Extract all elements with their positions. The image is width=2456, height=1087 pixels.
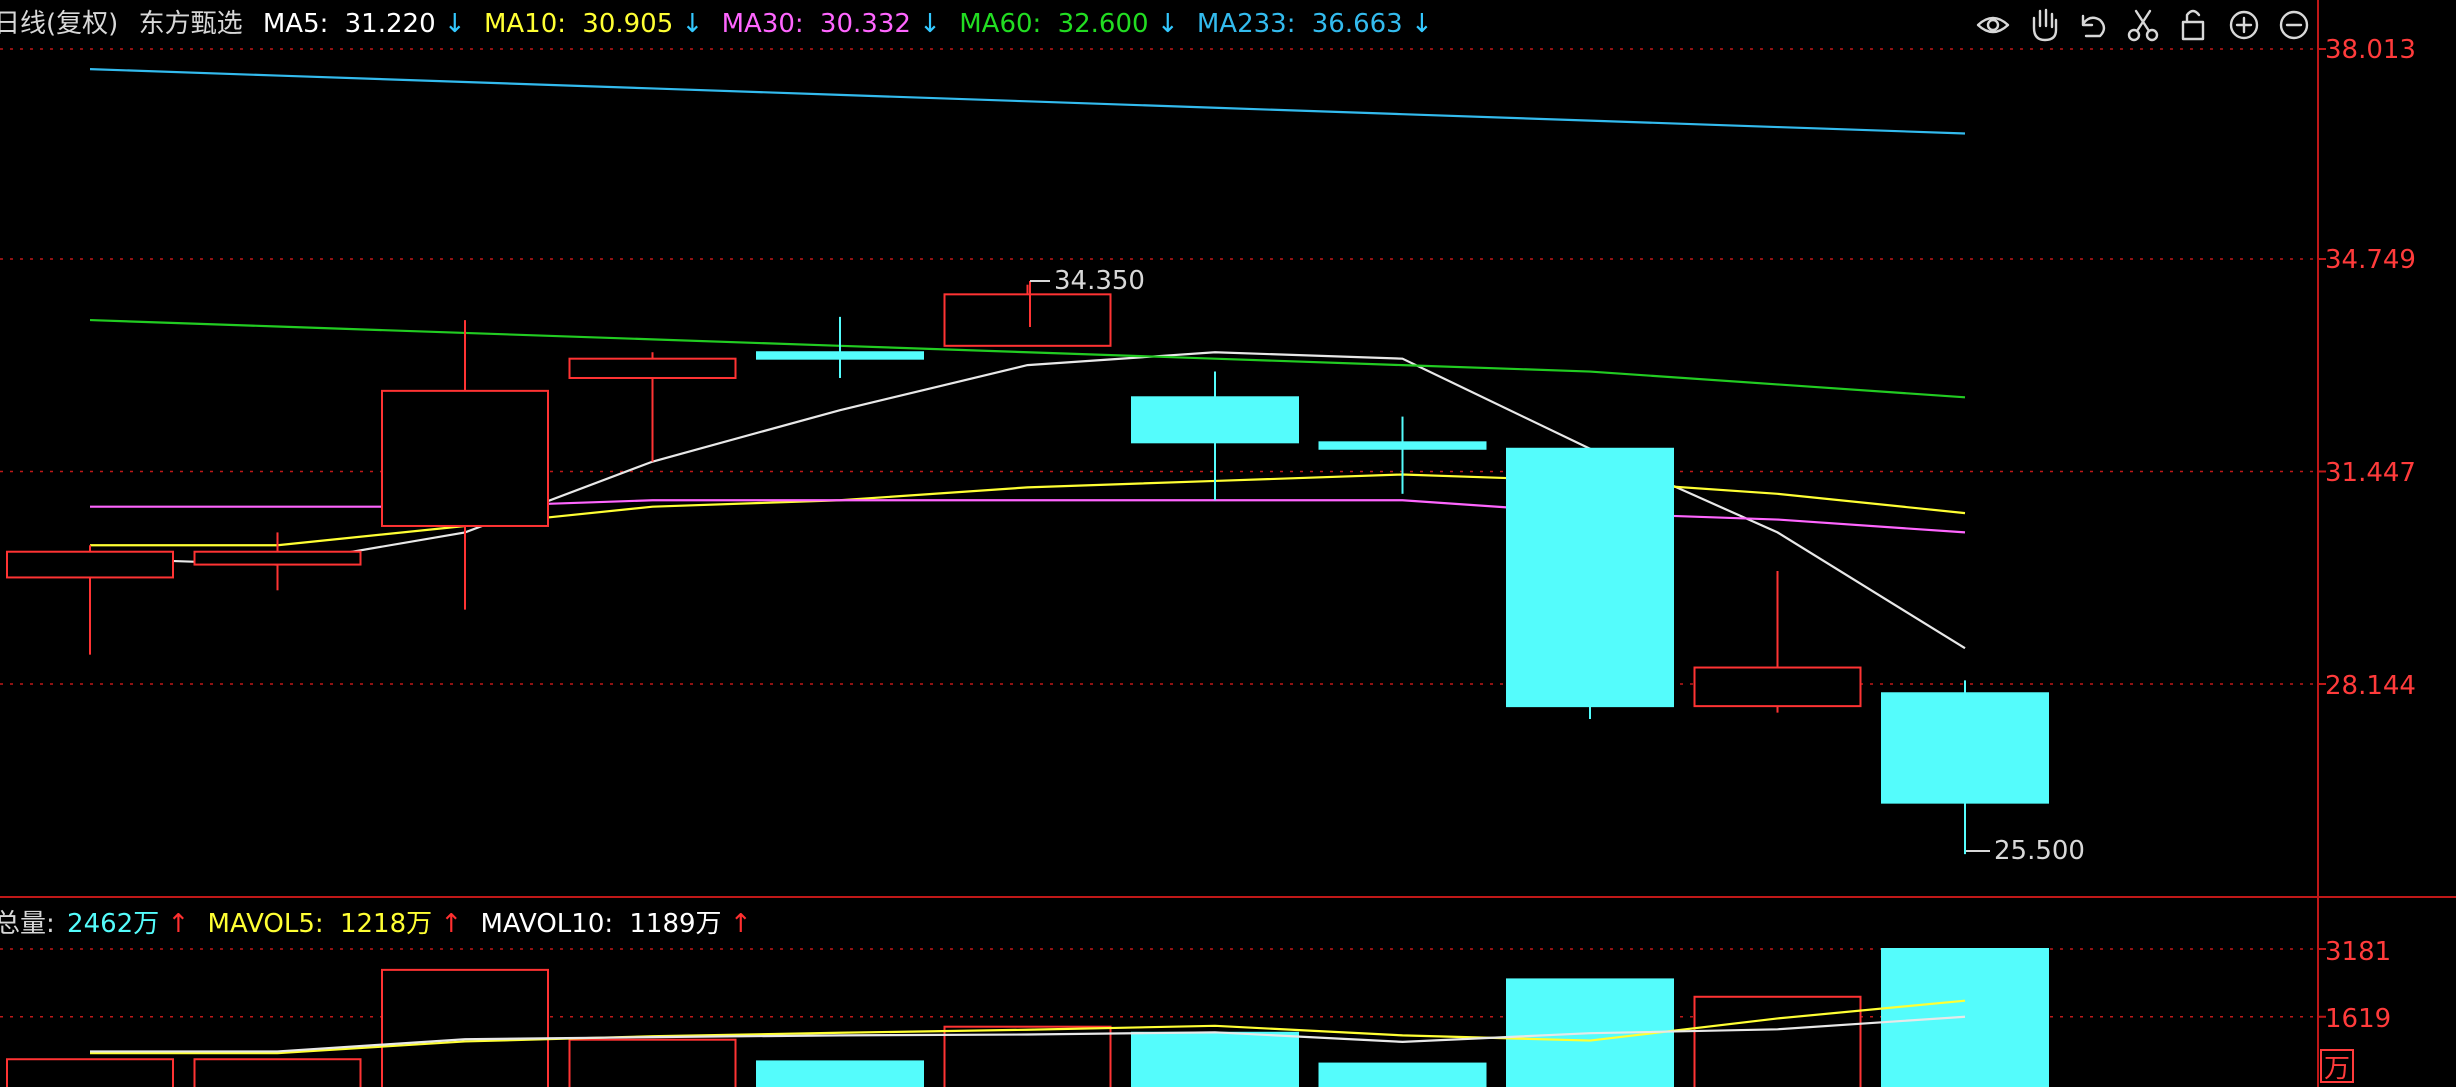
lock-icon[interactable] <box>2176 8 2210 42</box>
high-price-label: 34.350 <box>1054 266 1145 296</box>
ma5-value: 31.220 <box>345 9 436 39</box>
volume-bar <box>1318 1062 1487 1087</box>
ma60-label: MA60: <box>959 9 1041 39</box>
stock-name: 东方甄选 <box>139 9 243 39</box>
price-axis-label: 28.144 <box>2325 671 2416 701</box>
candle-body <box>943 293 1112 347</box>
volume-axis-label: 1619 <box>2325 1004 2391 1034</box>
candle-body <box>1318 441 1487 450</box>
period-label: 日线(复权) <box>0 9 118 39</box>
candle-body <box>1131 396 1299 444</box>
volume-bar <box>6 1058 174 1087</box>
volume-unit-label: 万 <box>2324 1054 2350 1084</box>
low-price-label: 25.500 <box>1994 836 2085 866</box>
volume-bar <box>568 1038 737 1087</box>
ma10-label: MA10: <box>484 9 566 39</box>
volume-bar <box>1693 995 1862 1087</box>
hand-icon[interactable] <box>2027 8 2061 42</box>
volume-bar <box>381 968 549 1087</box>
undo-icon[interactable] <box>2076 8 2110 42</box>
volume-axis-label: 3181 <box>2325 937 2391 967</box>
candle-body <box>193 550 362 566</box>
price-axis-label: 38.013 <box>2325 35 2416 65</box>
ma233-arrow: ↓ <box>1411 9 1433 39</box>
total-volume-arrow: ↑ <box>167 909 189 939</box>
ma5-arrow: ↓ <box>444 9 466 39</box>
stock-chart[interactable]: 34.350 25.500 38.013 34.749 31.447 28.14… <box>0 0 2456 1087</box>
mavol10-arrow: ↑ <box>730 909 752 939</box>
candle-body <box>1693 666 1862 708</box>
total-volume-value: 2462万 <box>67 909 159 939</box>
price-axis-label: 31.447 <box>2325 458 2416 488</box>
total-volume-label: 总量: <box>0 909 55 939</box>
ma10-value: 30.905 <box>582 9 673 39</box>
ma30-label: MA30: <box>722 9 804 39</box>
mavol10-value: 1189万 <box>629 909 721 939</box>
volume-bar <box>1131 1031 1299 1087</box>
mavol5-value: 1218万 <box>340 909 432 939</box>
ma60-arrow: ↓ <box>1157 9 1179 39</box>
ma233-label: MA233: <box>1197 9 1296 39</box>
mavol5-arrow: ↑ <box>440 909 462 939</box>
ma233-value: 36.663 <box>1312 9 1403 39</box>
candle-body <box>568 357 737 379</box>
candle-body <box>1881 692 2049 804</box>
ma10-arrow: ↓ <box>682 9 704 39</box>
zoom-out-icon[interactable] <box>2277 8 2311 42</box>
ma30-arrow: ↓ <box>919 9 941 39</box>
volume-bar <box>756 1060 924 1087</box>
scissors-icon[interactable] <box>2126 8 2160 42</box>
candle-body <box>6 550 174 579</box>
candle-body <box>1506 447 1674 708</box>
ma60-value: 32.600 <box>1058 9 1149 39</box>
zoom-in-icon[interactable] <box>2227 8 2261 42</box>
candle-body <box>756 351 924 360</box>
candle <box>1506 447 1674 720</box>
price-axis-label: 34.749 <box>2325 245 2416 275</box>
volume-bar <box>1881 948 2049 1087</box>
volume-header: 总量: 2462万 ↑ MAVOL5: 1218万 ↑ MAVOL10: 118… <box>0 909 752 939</box>
ma5-label: MA5: <box>263 9 329 39</box>
candle-body <box>381 389 549 527</box>
mavol5-label: MAVOL5: <box>208 909 324 939</box>
ma30-value: 30.332 <box>820 9 911 39</box>
eye-icon[interactable] <box>1976 8 2010 42</box>
mavol10-label: MAVOL10: <box>480 909 613 939</box>
volume-bar <box>193 1058 362 1087</box>
